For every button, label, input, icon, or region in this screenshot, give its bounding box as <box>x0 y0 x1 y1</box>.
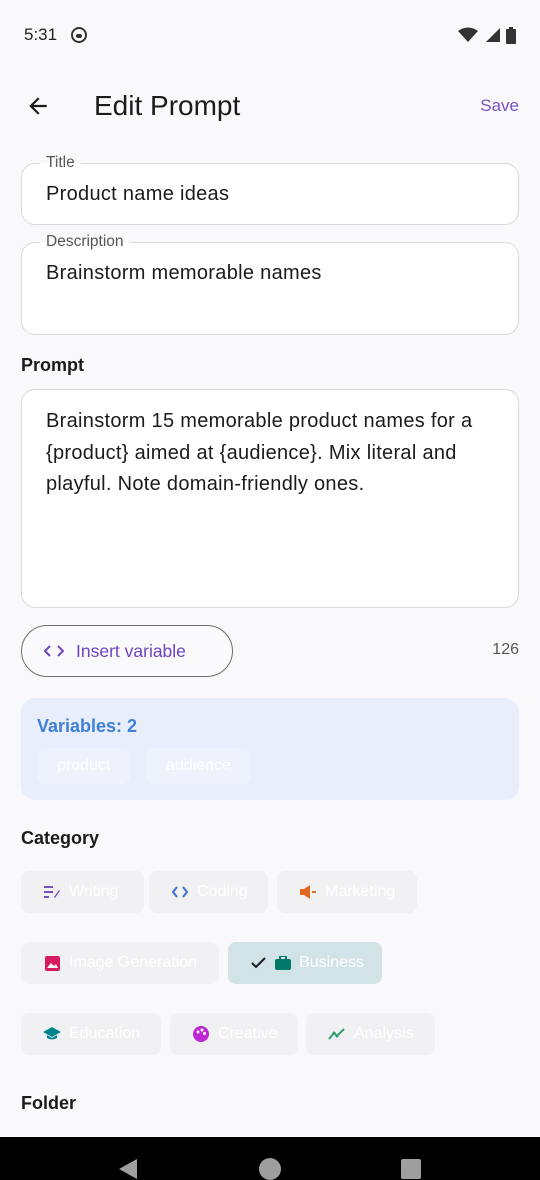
category-chip-creative[interactable]: Creative <box>170 1013 298 1055</box>
title-field-value: Product name ideas <box>46 183 230 205</box>
category-chip-analysis[interactable]: Analysis <box>306 1013 435 1055</box>
battery-icon <box>506 26 516 44</box>
status-time: 5:31 <box>24 25 58 44</box>
check-icon <box>250 954 267 972</box>
prompt-input[interactable]: Brainstorm 15 memorable product names fo… <box>21 389 519 608</box>
school-icon <box>43 1025 61 1043</box>
variable-chip[interactable]: product <box>37 748 131 784</box>
writing-icon <box>43 883 61 901</box>
variables-title: Variables: 2 <box>37 716 138 736</box>
category-chip-education[interactable]: Education <box>21 1013 161 1055</box>
category-chip-label: Education <box>69 1025 141 1042</box>
analytics-icon <box>328 1025 346 1043</box>
category-chip-coding[interactable]: Coding <box>149 871 268 913</box>
prompt-label: Prompt <box>21 355 84 375</box>
back-button[interactable] <box>10 78 66 134</box>
nav-home-icon[interactable] <box>259 1158 281 1180</box>
category-chip-marketing[interactable]: Marketing <box>277 871 417 913</box>
megaphone-icon <box>299 883 317 901</box>
category-chip-label: Business <box>299 954 364 971</box>
status-icons <box>458 26 516 44</box>
category-chip-label: Analysis <box>354 1025 414 1042</box>
status-bar: 5:31 <box>0 0 540 70</box>
category-chip-label: Creative <box>218 1025 278 1042</box>
code-icon <box>171 883 189 901</box>
palette-icon <box>192 1025 210 1043</box>
arrow-back-icon <box>29 97 47 115</box>
category-chip-label: Coding <box>197 883 248 900</box>
save-button[interactable]: Save <box>480 96 519 116</box>
signal-icon <box>486 28 500 42</box>
description-field-value: Brainstorm memorable names <box>46 262 322 284</box>
description-field[interactable]: Description Brainstorm memorable names <box>21 233 519 335</box>
category-chip-business[interactable]: Business <box>228 942 382 984</box>
category-chip-label: Image Generation <box>69 954 198 971</box>
category-label: Category <box>21 828 100 848</box>
top-app-bar: Edit Prompt Save <box>0 70 540 142</box>
notification-icon <box>71 27 88 43</box>
variable-chip[interactable]: audience <box>146 748 251 784</box>
character-count: 126 <box>492 641 519 658</box>
image-icon <box>43 954 61 972</box>
title-field[interactable]: Title Product name ideas <box>21 154 519 225</box>
insert-variable-button[interactable]: Insert variable <box>21 625 233 677</box>
code-icon <box>44 645 64 657</box>
description-field-label: Description <box>40 233 130 251</box>
insert-variable-label: Insert variable <box>76 640 186 661</box>
category-chip-label: Writing <box>69 883 119 900</box>
nav-recents-icon[interactable] <box>401 1159 421 1179</box>
system-navigation-bar <box>0 1137 540 1180</box>
briefcase-icon <box>274 954 292 972</box>
category-chip-writing[interactable]: Writing <box>21 871 144 913</box>
folder-label: Folder <box>21 1093 77 1113</box>
page-title: Edit Prompt <box>94 90 241 121</box>
prompt-text: Brainstorm 15 memorable product names fo… <box>46 410 473 495</box>
wifi-icon <box>458 27 478 42</box>
category-chip-label: Marketing <box>325 883 396 900</box>
title-field-label: Title <box>40 154 81 172</box>
variables-card: Variables: 2 product audience <box>21 698 519 800</box>
nav-back-icon[interactable] <box>118 1159 138 1179</box>
category-chip-image-generation[interactable]: Image Generation <box>21 942 219 984</box>
